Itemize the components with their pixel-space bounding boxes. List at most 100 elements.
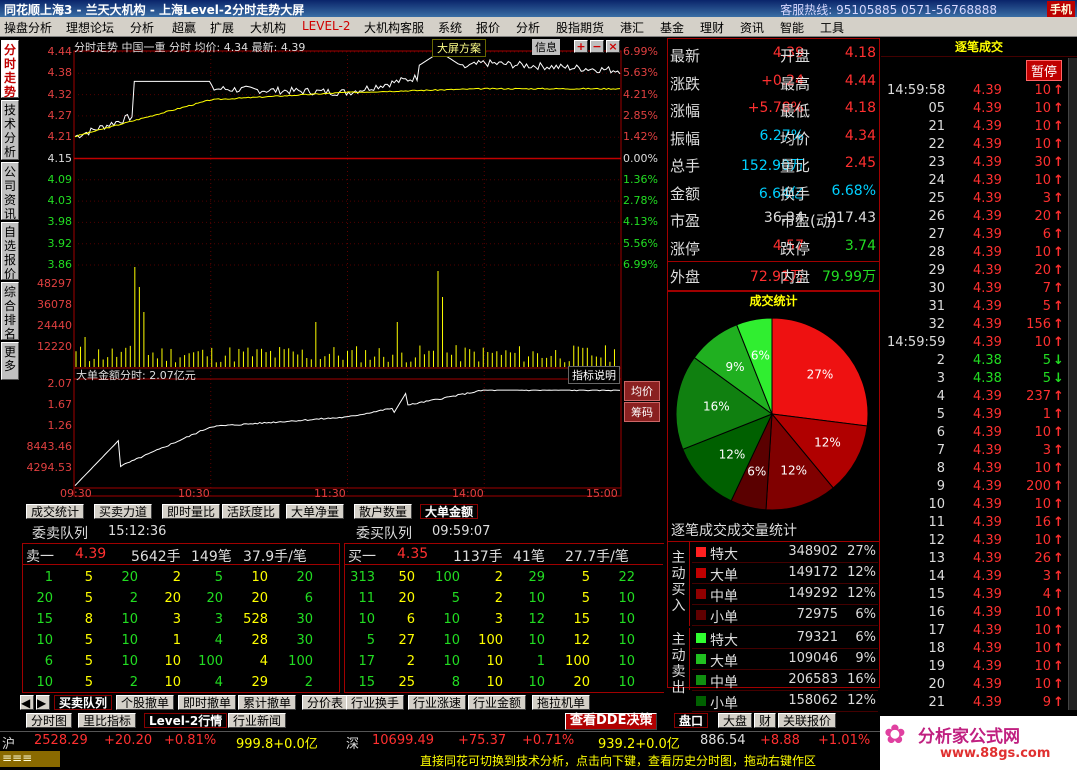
menu-item[interactable]: LEVEL-2: [302, 19, 351, 33]
scroll-right-icon[interactable]: ▶: [36, 695, 50, 710]
right-tab[interactable]: 大盘: [718, 713, 753, 728]
indicator-tab[interactable]: 大单净量: [286, 504, 345, 519]
tick-price: 4.39: [973, 623, 1002, 638]
tick-row: 17 4.39 10 ↑: [881, 622, 1077, 640]
time-axis-label: 10:30: [178, 487, 210, 500]
menu-item[interactable]: 大机构客服: [364, 19, 424, 36]
indicator-tab[interactable]: 成交统计: [26, 504, 85, 519]
tick-row: 20 4.39 10 ↑: [881, 676, 1077, 694]
chips-button[interactable]: 筹码: [624, 402, 660, 422]
intraday-chart[interactable]: 分时走势 中国一重 分时 均价: 4.34 最新: 4.39 大屏方案 信息 +…: [20, 38, 662, 503]
active-buy-label: 主动买入: [668, 542, 690, 626]
queue-tab[interactable]: 累计撤单: [238, 695, 297, 710]
news-icon[interactable]: ≡≡≡: [0, 751, 60, 767]
arrow-up-icon: ↑: [1053, 605, 1064, 620]
page-tab[interactable]: 分时图: [26, 713, 73, 728]
menu-item[interactable]: 智能: [780, 19, 804, 36]
queue-cell: 5: [366, 633, 375, 648]
menu-item[interactable]: 港汇: [620, 19, 644, 36]
tick-row: 7 4.39 3 ↑: [881, 442, 1077, 460]
menu-item[interactable]: 扩展: [210, 19, 234, 36]
menu-item[interactable]: 基金: [660, 19, 684, 36]
arrow-up-icon: ↑: [1053, 497, 1064, 512]
arrow-up-icon: ↑: [1053, 101, 1064, 116]
indicator-button[interactable]: 指标说明: [568, 366, 620, 384]
pause-button[interactable]: 暂停: [1026, 60, 1063, 81]
close-chart-button[interactable]: ×: [606, 40, 620, 53]
side-tab[interactable]: 更多: [1, 342, 19, 380]
pie-slice-label: 12%: [814, 436, 841, 450]
menu-item[interactable]: 分析: [516, 19, 540, 36]
menu-item[interactable]: 大机构: [250, 19, 286, 36]
page-tab[interactable]: Level-2行情: [144, 713, 228, 728]
dde-button[interactable]: 查看DDE决策: [565, 713, 658, 730]
tick-price: 4.38: [973, 353, 1002, 368]
scroll-left-icon[interactable]: ◀: [20, 695, 34, 710]
zoom-out-button[interactable]: −: [590, 40, 604, 53]
info-button[interactable]: 信息: [532, 39, 560, 55]
right-tab[interactable]: 财: [754, 713, 777, 728]
queue-tab[interactable]: 即时撤单: [178, 695, 237, 710]
right-tab[interactable]: 关联报价: [778, 713, 837, 728]
queue-tab[interactable]: 分价表: [302, 695, 349, 710]
indicator-tab[interactable]: 散户数量: [354, 504, 413, 519]
arrow-down-icon: ↓: [1053, 353, 1064, 368]
quote-value-2: 79.99万: [822, 269, 877, 285]
tick-price: 4.39: [973, 227, 1002, 242]
menu-item[interactable]: 报价: [476, 19, 500, 36]
indicator-tab[interactable]: 活跃度比: [222, 504, 281, 519]
queue-tab[interactable]: 拖拉机单: [532, 695, 591, 710]
sz-index: 10699.49: [372, 733, 435, 748]
queue-tab[interactable]: 行业换手: [346, 695, 405, 710]
queue-cell: 10: [164, 675, 181, 690]
quote-value-2: 217.43: [827, 210, 876, 226]
indicator-tab[interactable]: 买卖力道: [94, 504, 153, 519]
tick-row: 14:59:58 4.39 10 ↑: [881, 82, 1077, 100]
menu-item[interactable]: 工具: [820, 19, 844, 36]
side-tab[interactable]: 自选报价: [1, 222, 19, 281]
indicator-tab[interactable]: 即时量比: [162, 504, 221, 519]
price-axis-label: 4.09: [47, 172, 73, 186]
scheme-dropdown[interactable]: 大屏方案: [432, 39, 486, 57]
tick-volume: 5: [1042, 371, 1051, 386]
tick-time: 05: [928, 101, 945, 116]
tick-volume: 10: [1034, 461, 1051, 476]
page-tab[interactable]: 里比指标: [78, 713, 137, 728]
big-axis-label: 2.07: [47, 377, 73, 390]
stat-percent: 6%: [855, 630, 876, 645]
queue-tab[interactable]: 个股撤单: [116, 695, 175, 710]
menu-item[interactable]: 操盘分析: [4, 19, 52, 36]
indicator-tabs: 成交统计 买卖力道 即时量比 活跃度比 大单净量 散户数量 大单金额: [20, 504, 662, 520]
tick-price: 4.39: [973, 389, 1002, 404]
indicator-tab[interactable]: 大单金额: [420, 504, 479, 519]
queue-tab[interactable]: 买卖队列: [54, 695, 113, 710]
menu-item[interactable]: 理想论坛: [66, 19, 114, 36]
menu-item[interactable]: 股指期货: [556, 19, 604, 36]
side-tab[interactable]: 技术分析: [1, 100, 19, 160]
queue-tab[interactable]: 行业涨速: [408, 695, 467, 710]
queue-cell: 29: [528, 570, 545, 585]
tick-time: 13: [928, 551, 945, 566]
zoom-in-button[interactable]: +: [574, 40, 588, 53]
tick-scrollbar[interactable]: [1068, 58, 1077, 710]
side-tab[interactable]: 公司资讯: [1, 162, 19, 221]
big-header: 大单金额分时: 2.07亿元: [76, 369, 196, 382]
order-queue-panel: 委卖队列 15:12:36 委买队列 09:59:07 卖一 4.39 5642…: [20, 521, 664, 693]
page-tab[interactable]: 行业新闻: [228, 713, 287, 728]
stat-volume: 72975: [796, 607, 838, 622]
queue-cell: 3: [494, 612, 503, 627]
menu-item[interactable]: 理财: [700, 19, 724, 36]
price-axis-label: 3.92: [47, 236, 73, 250]
avg-price-button[interactable]: 均价: [624, 381, 660, 401]
menu-item[interactable]: 系统: [438, 19, 462, 36]
right-tab[interactable]: 盘口: [674, 713, 709, 728]
quote-row: 涨停 4.57 跌停 3.74: [668, 234, 879, 261]
mobile-button[interactable]: 手机: [1047, 1, 1075, 17]
queue-cell: 100: [198, 654, 223, 669]
menu-item[interactable]: 分析: [130, 19, 154, 36]
side-tab[interactable]: 综合排名: [1, 282, 19, 341]
menu-item[interactable]: 资讯: [740, 19, 764, 36]
queue-tab[interactable]: 行业金额: [468, 695, 527, 710]
side-tab[interactable]: 分时走势: [1, 40, 19, 99]
menu-item[interactable]: 超赢: [172, 19, 196, 36]
